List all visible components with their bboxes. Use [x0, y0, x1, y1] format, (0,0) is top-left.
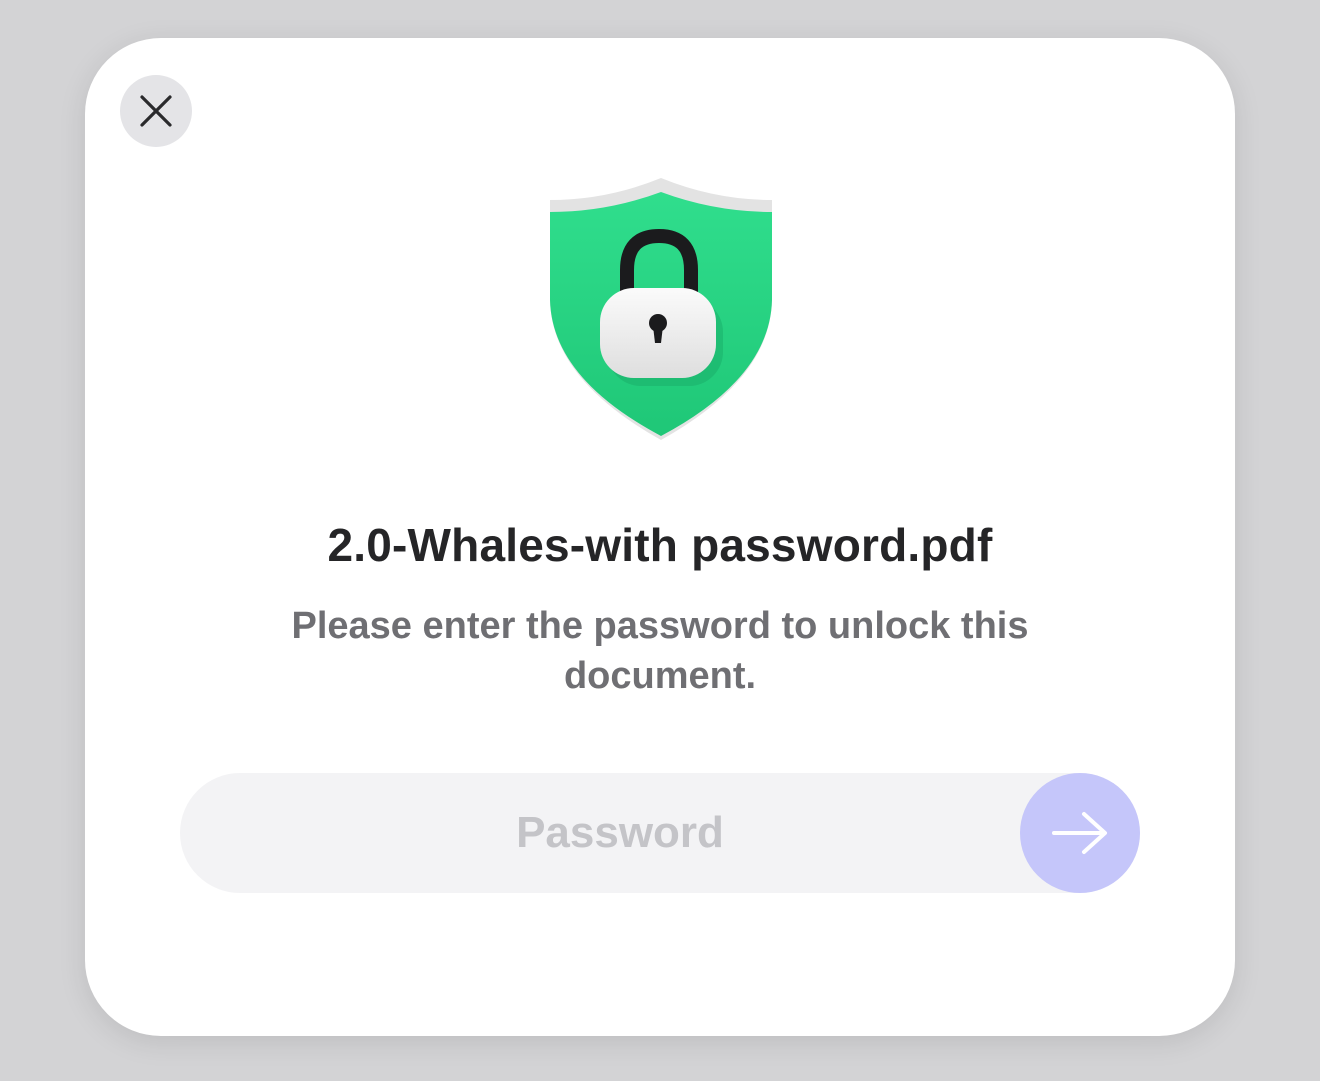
close-button[interactable]	[120, 75, 192, 147]
password-input[interactable]	[180, 773, 1060, 893]
submit-button[interactable]	[1020, 773, 1140, 893]
document-filename: 2.0-Whales-with password.pdf	[327, 519, 993, 571]
shield-lock-icon	[550, 178, 772, 440]
password-field-container	[180, 773, 1140, 893]
password-dialog: 2.0-Whales-with password.pdf Please ente…	[85, 38, 1235, 1036]
close-icon	[140, 95, 172, 127]
arrow-right-icon	[1052, 812, 1107, 854]
unlock-message: Please enter the password to unlock this…	[291, 605, 1029, 697]
